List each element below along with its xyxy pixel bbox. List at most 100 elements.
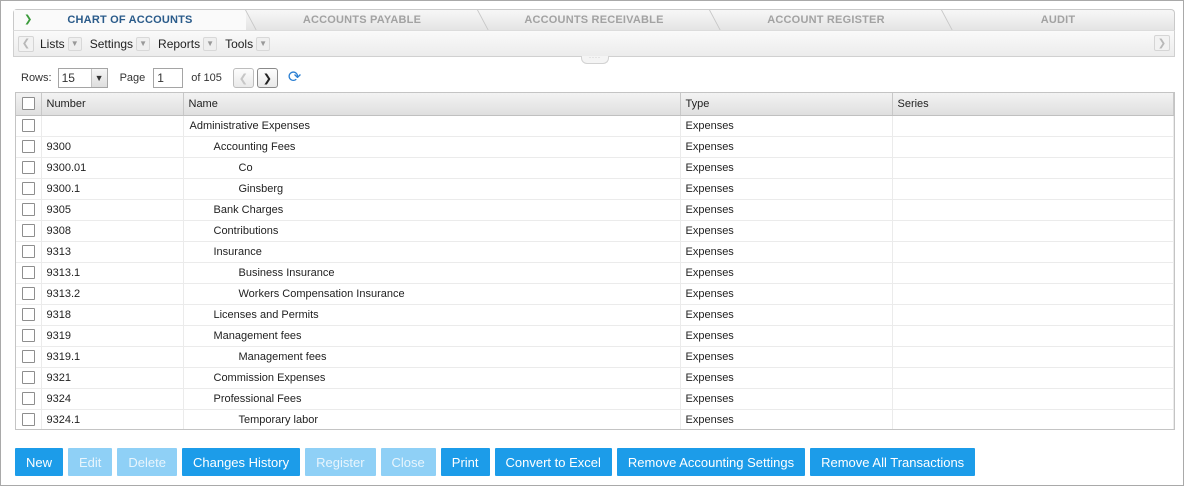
table-row[interactable]: 9324 Professional Fees Expenses <box>16 388 1174 410</box>
table-row[interactable]: 9313.2 Workers Compensation Insurance Expe… <box>16 283 1174 305</box>
menu-lists[interactable]: Lists ▼ <box>36 34 84 54</box>
row-checkbox[interactable] <box>21 182 35 195</box>
remove-accounting-settings-button[interactable]: Remove Accounting Settings <box>616 448 806 476</box>
table-row[interactable]: 9321 Commission Expenses Expenses <box>16 367 1174 389</box>
table-row[interactable]: 9319.1 Management fees Expenses <box>16 346 1174 368</box>
chevron-down-icon: ▼ <box>136 36 151 51</box>
table-row[interactable]: 9318 Licenses and Permits Expenses <box>16 304 1174 326</box>
cell-series <box>892 346 1174 368</box>
action-toolbar: New Edit Delete Changes History Register Clos… <box>15 448 976 476</box>
tab-account-register[interactable]: ACCOUNT REGISTER <box>710 10 942 30</box>
column-header-series[interactable]: Series <box>892 93 1174 116</box>
changes-history-button[interactable]: Changes History <box>182 448 301 476</box>
menu-label: Tools <box>225 36 254 51</box>
table-row[interactable]: 9300.01 Co Expenses <box>16 157 1174 179</box>
menu-settings[interactable]: Settings ▼ <box>86 34 152 54</box>
menu-reports[interactable]: Reports ▼ <box>154 34 219 54</box>
table-row[interactable]: 9313.1 Business Insurance Expenses <box>16 262 1174 284</box>
next-page-button[interactable]: ❯ <box>256 68 278 88</box>
table-row[interactable]: 9319 Management fees Expenses <box>16 325 1174 347</box>
page-number-input[interactable]: 1 <box>153 68 184 88</box>
table-row[interactable]: Administrative Expenses Expenses <box>16 115 1174 137</box>
cell-number: 9318 <box>41 304 184 326</box>
column-header-name[interactable]: Name <box>183 93 681 116</box>
chevron-right-icon: ❯ <box>262 72 272 85</box>
cell-number <box>41 115 184 137</box>
table-row[interactable]: 9305 Bank Charges Expenses <box>16 199 1174 221</box>
cell-name: Business Insurance <box>183 262 681 284</box>
column-header-number[interactable]: Number <box>41 93 184 116</box>
cell-series <box>892 388 1174 410</box>
select-all-checkbox[interactable] <box>21 97 35 111</box>
row-checkbox[interactable] <box>21 287 35 300</box>
register-button[interactable]: Register <box>305 448 376 476</box>
cell-type: Expenses <box>680 199 893 221</box>
cell-name: Commission Expenses <box>183 367 681 389</box>
edit-button[interactable]: Edit <box>68 448 113 476</box>
row-checkbox[interactable] <box>21 161 35 174</box>
row-checkbox[interactable] <box>21 329 35 342</box>
row-checkbox[interactable] <box>21 140 35 153</box>
rows-per-page-select[interactable]: 15 ▼ <box>57 68 108 88</box>
table-row[interactable]: 9308 Contributions Expenses <box>16 220 1174 242</box>
row-select-cell <box>16 241 42 263</box>
cell-name: Accounting Fees <box>183 136 681 158</box>
row-checkbox[interactable] <box>21 371 35 384</box>
cell-number: 9313.2 <box>41 283 184 305</box>
cell-type: Expenses <box>680 157 893 179</box>
row-checkbox[interactable] <box>21 245 35 258</box>
menu-tools[interactable]: Tools ▼ <box>221 34 272 54</box>
previous-page-button[interactable]: ❮ <box>232 68 254 88</box>
remove-all-transactions-button[interactable]: Remove All Transactions <box>810 448 976 476</box>
table-row[interactable]: 9300.1 Ginsberg Expenses <box>16 178 1174 200</box>
tab-label: ACCOUNTS RECEIVABLE <box>524 14 664 26</box>
print-button[interactable]: Print <box>440 448 490 476</box>
row-checkbox[interactable] <box>21 392 35 405</box>
row-select-cell <box>16 367 42 389</box>
row-select-cell <box>16 409 42 429</box>
menu-scroll-right-button[interactable]: ❯ <box>1154 35 1170 51</box>
convert-to-excel-button[interactable]: Convert to Excel <box>494 448 612 476</box>
menu-bar: ❮ Lists ▼ Settings ▼ Reports ▼ Tools ▼ ❯ <box>13 30 1175 57</box>
cell-series <box>892 367 1174 389</box>
cell-type: Expenses <box>680 220 893 242</box>
tab-label: ACCOUNTS PAYABLE <box>302 14 422 26</box>
collapse-grip-handle[interactable]: ···· <box>581 55 609 64</box>
tab-label: ACCOUNT REGISTER <box>767 14 885 26</box>
row-checkbox[interactable] <box>21 119 35 132</box>
table-row[interactable]: 9324.1 Temporary labor Expenses <box>16 409 1174 429</box>
tab-chart-of-accounts[interactable]: ❯ CHART OF ACCOUNTS <box>14 10 246 30</box>
cell-number: 9313 <box>41 241 184 263</box>
chevron-right-icon: ❯ <box>24 14 33 25</box>
row-select-cell <box>16 178 42 200</box>
menu-label: Settings <box>89 36 134 51</box>
table-row[interactable]: 9313 Insurance Expenses <box>16 241 1174 263</box>
rows-label: Rows: <box>21 72 52 84</box>
tab-audit[interactable]: AUDIT <box>942 10 1174 30</box>
refresh-icon[interactable]: ⟳ <box>288 70 301 86</box>
module-tabs: ❯ CHART OF ACCOUNTS ACCOUNTS PAYABLE ACC… <box>13 9 1175 30</box>
row-checkbox[interactable] <box>21 350 35 363</box>
cell-series <box>892 304 1174 326</box>
close-button[interactable]: Close <box>380 448 436 476</box>
row-checkbox[interactable] <box>21 266 35 279</box>
tab-accounts-payable[interactable]: ACCOUNTS PAYABLE <box>246 10 478 30</box>
tab-label: CHART OF ACCOUNTS <box>67 14 193 26</box>
column-header-type[interactable]: Type <box>680 93 893 116</box>
row-checkbox[interactable] <box>21 203 35 216</box>
row-checkbox[interactable] <box>21 224 35 237</box>
row-checkbox[interactable] <box>21 413 35 426</box>
row-select-cell <box>16 325 42 347</box>
menu-scroll-left-button[interactable]: ❮ <box>18 35 34 52</box>
row-checkbox[interactable] <box>21 308 35 321</box>
cell-number: 9324.1 <box>41 409 184 429</box>
tab-accounts-receivable[interactable]: ACCOUNTS RECEIVABLE <box>478 10 710 30</box>
cell-number: 9319.1 <box>41 346 184 368</box>
row-select-cell <box>16 220 42 242</box>
delete-button[interactable]: Delete <box>117 448 177 476</box>
cell-series <box>892 115 1174 137</box>
new-button[interactable]: New <box>15 448 64 476</box>
cell-number: 9305 <box>41 199 184 221</box>
chevron-down-icon: ▼ <box>256 36 271 51</box>
table-row[interactable]: 9300 Accounting Fees Expenses <box>16 136 1174 158</box>
